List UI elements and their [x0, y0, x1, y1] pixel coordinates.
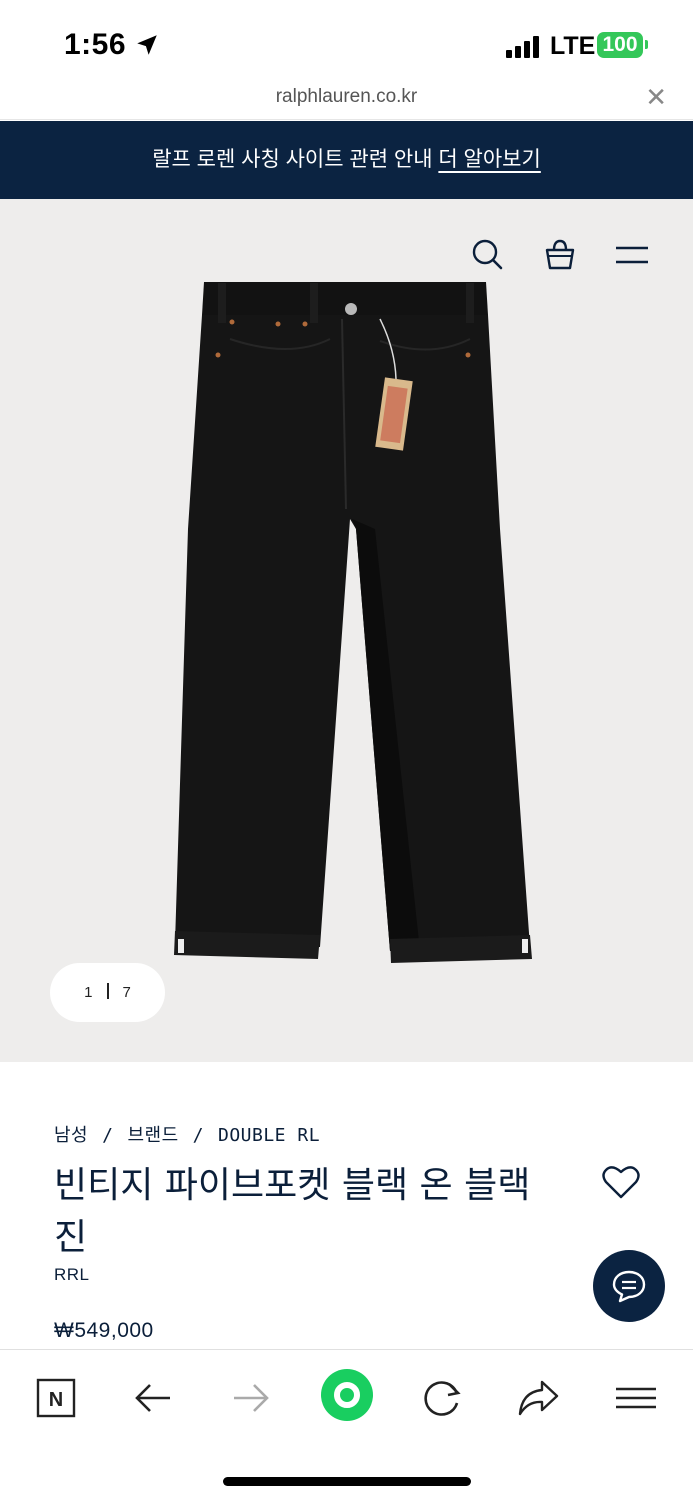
notice-text: 랄프 로렌 사칭 사이트 관련 안내	[152, 148, 433, 171]
signal-icon	[506, 36, 542, 58]
forward-arrow-icon[interactable]	[224, 1372, 276, 1424]
reload-icon[interactable]	[416, 1372, 468, 1424]
learn-more-link[interactable]: 더 알아보기	[438, 148, 540, 171]
browser-toolbar: N	[0, 1349, 693, 1500]
product-price: ₩549,000	[54, 1319, 154, 1342]
network-type: LTE	[550, 32, 596, 60]
breadcrumb-separator: /	[102, 1125, 114, 1146]
product-title: 빈티지 파이브포켓 블랙 온 블랙 진	[54, 1165, 531, 1258]
chat-bubble-icon	[612, 1270, 646, 1303]
menu-icon[interactable]	[612, 235, 652, 275]
breadcrumb-brands[interactable]: 브랜드	[127, 1125, 178, 1146]
pager-total: 7	[122, 984, 131, 1001]
header-icons	[468, 235, 653, 275]
back-arrow-icon[interactable]	[128, 1372, 180, 1424]
gallery-pager: 17	[50, 963, 165, 1022]
naver-icon[interactable]: N	[30, 1372, 82, 1424]
breadcrumb: 남성 / 브랜드 / DOUBLE RL	[54, 1121, 320, 1147]
naver-letter: N	[49, 1389, 63, 1411]
shopping-bag-icon[interactable]	[540, 235, 580, 275]
battery-tip	[645, 40, 648, 49]
pager-divider	[106, 983, 109, 999]
pager-current: 1	[84, 984, 93, 1001]
product-image	[174, 282, 532, 963]
close-icon[interactable]: ✕	[645, 82, 667, 112]
breadcrumb-separator: /	[192, 1125, 204, 1146]
home-indicator	[223, 1477, 471, 1486]
breadcrumb-men[interactable]: 남성	[54, 1125, 88, 1146]
url-bar[interactable]: ralphlauren.co.kr ✕	[0, 78, 693, 120]
heart-icon[interactable]	[602, 1164, 640, 1200]
green-dot-icon[interactable]	[320, 1368, 374, 1422]
breadcrumb-double-rl[interactable]: DOUBLE RL	[218, 1125, 320, 1146]
product-gallery[interactable]: 17	[0, 199, 693, 1062]
status-bar: 1:56 LTE 100	[0, 0, 693, 86]
battery-icon: 100	[597, 32, 643, 58]
product-brand: RRL	[54, 1265, 90, 1284]
location-arrow-icon	[137, 35, 157, 55]
status-time: 1:56	[64, 28, 127, 61]
notice-banner: 랄프 로렌 사칭 사이트 관련 안내 더 알아보기	[0, 121, 693, 199]
share-icon[interactable]	[512, 1372, 564, 1424]
chat-button[interactable]	[593, 1250, 665, 1322]
url-text[interactable]: ralphlauren.co.kr	[0, 86, 693, 108]
menu-icon[interactable]	[610, 1372, 662, 1424]
search-icon[interactable]	[468, 235, 508, 275]
